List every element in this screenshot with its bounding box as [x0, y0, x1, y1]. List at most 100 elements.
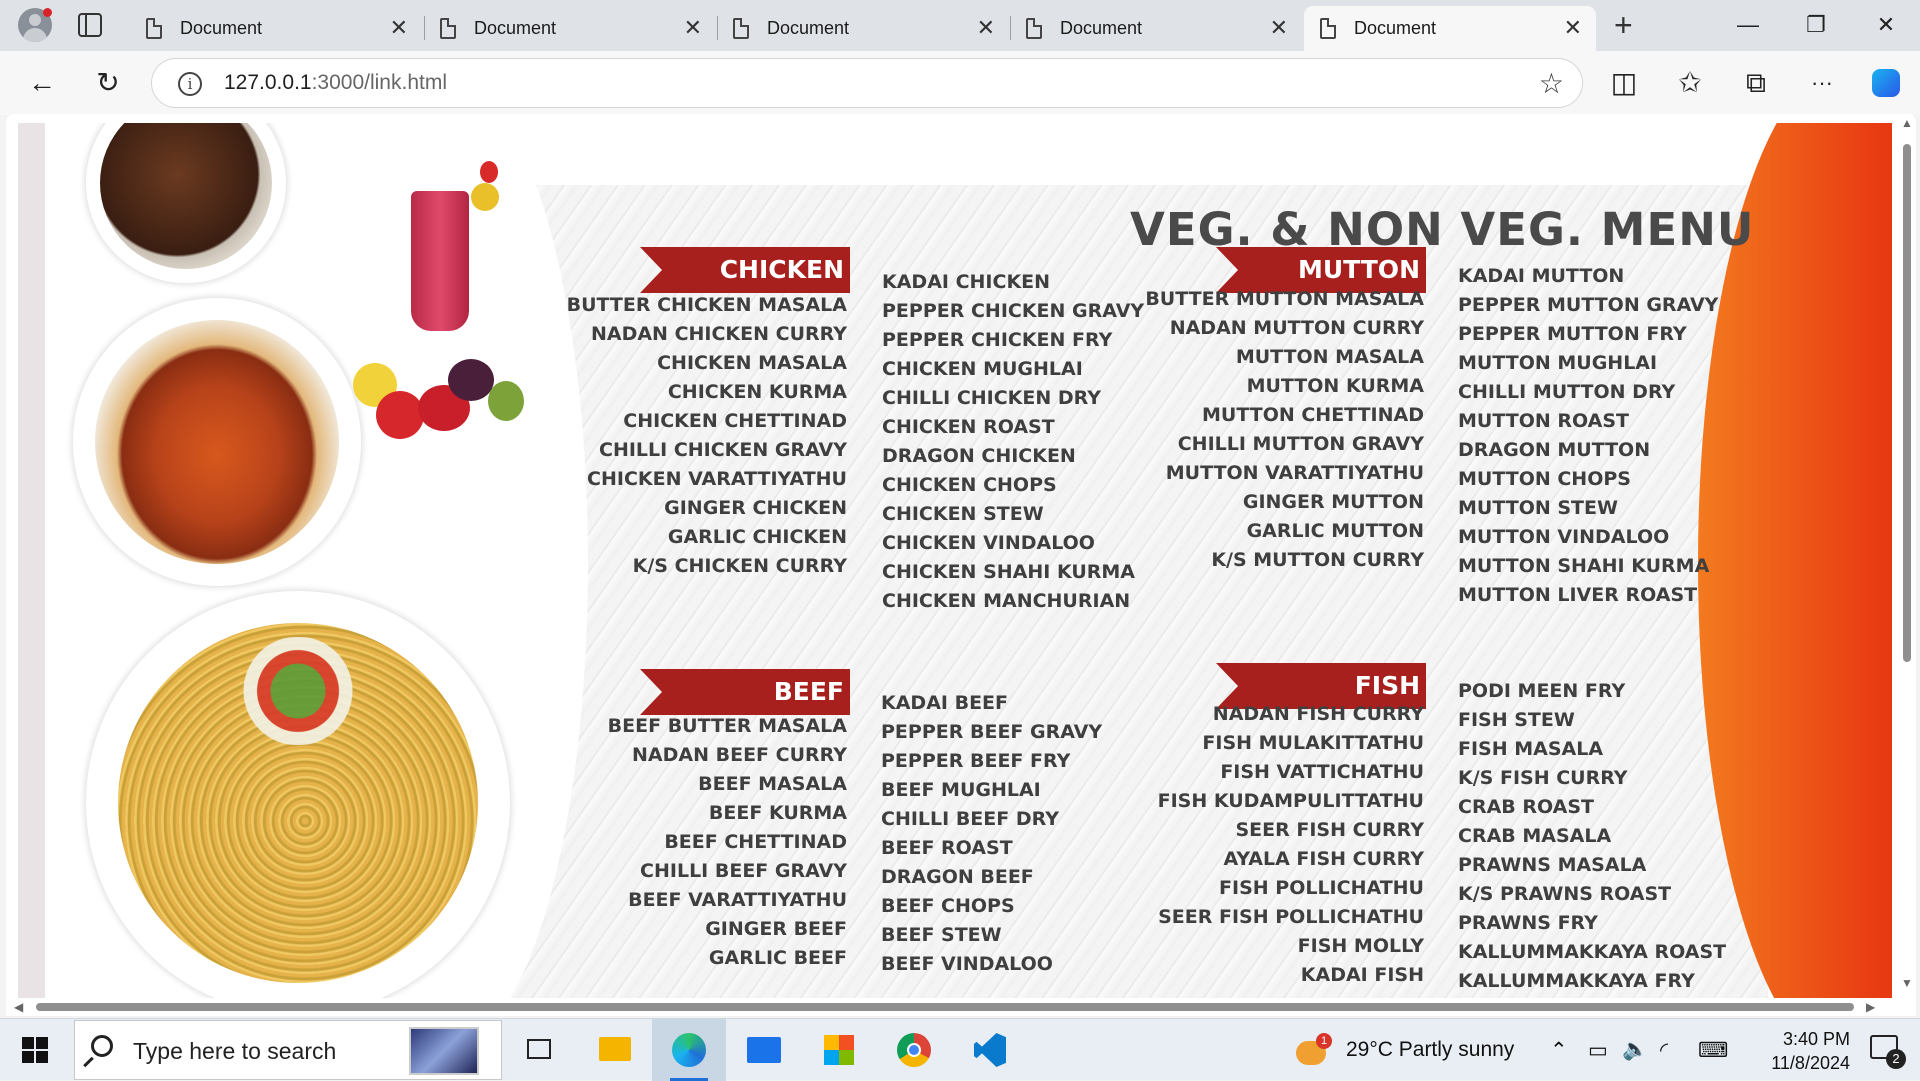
profile-notification-dot [43, 8, 52, 17]
menu-item: KALLUMMAKKAYA FRY [1458, 970, 1695, 992]
scroll-right-arrow-icon[interactable]: ▶ [1866, 1000, 1875, 1014]
beef-heading-ribbon: BEEF [640, 669, 850, 715]
menu-item: CHICKEN MANCHURIAN [882, 590, 1131, 612]
menu-item: CHILLI BEEF GRAVY [640, 860, 847, 882]
steak-food [100, 123, 272, 269]
scroll-up-arrow-icon[interactable]: ▲ [1901, 116, 1913, 130]
network-icon[interactable]: ◜ [1660, 1038, 1668, 1063]
tab-close-icon[interactable]: ✕ [977, 16, 995, 40]
close-window-button[interactable]: ✕ [1866, 8, 1906, 42]
menu-item: BUTTER CHICKEN MASALA [566, 294, 847, 316]
menu-item: FISH MASALA [1458, 738, 1604, 760]
tab-2[interactable]: Document ✕ [424, 6, 716, 51]
search-icon [91, 1035, 113, 1057]
tab-3[interactable]: Document ✕ [717, 6, 1009, 51]
copilot-icon[interactable] [1868, 65, 1904, 101]
menu-item: BEEF VARATTIYATHU [628, 889, 847, 911]
split-screen-icon[interactable]: ◫ [1606, 65, 1642, 101]
mail-button[interactable] [727, 1019, 801, 1081]
menu-item: PEPPER BEEF GRAVY [881, 721, 1103, 743]
scroll-down-arrow-icon[interactable]: ▼ [1901, 976, 1913, 990]
weather-icon[interactable]: 1 [1296, 1033, 1332, 1067]
menu-item: CRAB ROAST [1458, 796, 1594, 818]
menu-item: DRAGON BEEF [881, 866, 1034, 888]
minimize-button[interactable]: — [1728, 8, 1768, 42]
search-placeholder: Type here to search [133, 1038, 337, 1064]
weather-text[interactable]: 29°C Partly sunny [1346, 1038, 1514, 1062]
tab-title: Document [1060, 18, 1143, 38]
tab-close-icon[interactable]: ✕ [684, 16, 702, 40]
vertical-scroll-thumb[interactable] [1903, 144, 1911, 662]
menu-item: GINGER CHICKEN [664, 497, 847, 519]
menu-item: FISH POLLICHATHU [1219, 877, 1424, 899]
menu-item: MUTTON STEW [1458, 497, 1618, 519]
file-explorer-button[interactable] [577, 1019, 651, 1081]
edge-browser-button[interactable] [652, 1019, 726, 1081]
menu-item: FISH STEW [1458, 709, 1575, 731]
back-button[interactable]: ← [24, 65, 60, 101]
menu-item: CHICKEN KURMA [667, 381, 847, 403]
favorite-star-icon[interactable]: ☆ [1539, 67, 1564, 100]
document-icon [146, 18, 162, 39]
url-text[interactable]: 127.0.0.1:3000/link.html [224, 71, 447, 95]
search-highlight-image [409, 1027, 479, 1075]
address-bar[interactable]: i 127.0.0.1:3000/link.html ☆ [151, 58, 1583, 108]
menu-item: PEPPER MUTTON FRY [1458, 323, 1687, 345]
menu-item: BUTTER MUTTON MASALA [1145, 288, 1424, 310]
mutton-list-left: BUTTER MUTTON MASALA NADAN MUTTON CURRY MU… [1145, 285, 1424, 575]
task-view-button[interactable] [502, 1019, 576, 1081]
menu-item: K/S PRAWNS ROAST [1458, 883, 1672, 905]
volume-icon[interactable]: 🔈 [1622, 1038, 1648, 1062]
menu-item: NADAN BEEF CURRY [632, 744, 847, 766]
show-hidden-icons[interactable]: ⌃ [1550, 1038, 1568, 1063]
chrome-button[interactable] [877, 1019, 951, 1081]
site-info-icon[interactable]: i [178, 72, 202, 96]
menu-item: NADAN MUTTON CURRY [1169, 317, 1424, 339]
vscode-button[interactable] [952, 1019, 1026, 1081]
noodles-plate-image [86, 591, 510, 999]
menu-item: MUTTON CHOPS [1458, 468, 1631, 490]
vscode-icon [974, 1033, 1006, 1067]
system-clock[interactable]: 3:40 PM 11/8/2024 [1771, 1027, 1850, 1075]
restore-button[interactable]: ❐ [1796, 8, 1836, 42]
new-tab-button[interactable]: + [1614, 8, 1633, 42]
vertical-scrollbar[interactable]: ▲ ▼ [1898, 114, 1916, 1004]
menu-item: BEEF BUTTER MASALA [607, 715, 847, 737]
menu-item: NADAN CHICKEN CURRY [590, 323, 847, 345]
menu-item: PRAWNS MASALA [1458, 854, 1647, 876]
menu-item: GINGER BEEF [705, 918, 847, 940]
tab-close-icon[interactable]: ✕ [1564, 16, 1582, 40]
horizontal-scroll-thumb[interactable] [36, 1003, 1854, 1011]
tab-actions-menu-icon[interactable] [78, 13, 102, 37]
menu-item: MUTTON KURMA [1246, 375, 1424, 397]
menu-item: DRAGON MUTTON [1458, 439, 1651, 461]
menu-item: BEEF CHOPS [881, 895, 1015, 917]
battery-icon[interactable]: ▭ [1588, 1038, 1608, 1063]
tab-title: Document [180, 18, 263, 38]
tab-5-active[interactable]: Document ✕ [1304, 6, 1596, 51]
scroll-left-arrow-icon[interactable]: ◀ [14, 1000, 23, 1014]
tab-1[interactable]: Document ✕ [130, 6, 422, 51]
horizontal-scrollbar[interactable]: ◀ ▶ [6, 998, 1898, 1016]
document-icon [733, 18, 749, 39]
tab-close-icon[interactable]: ✕ [390, 16, 408, 40]
menu-item: AYALA FISH CURRY [1223, 848, 1424, 870]
menu-item: K/S FISH CURRY [1458, 767, 1628, 789]
taskbar-search-box[interactable]: Type here to search [74, 1020, 502, 1080]
menu-page: VEG. & NON VEG. MENU CHICKEN BUTTER CHIC… [18, 123, 1892, 999]
menu-item: SEER FISH CURRY [1235, 819, 1425, 841]
tab-close-icon[interactable]: ✕ [1270, 16, 1288, 40]
blackberry-cluster [448, 359, 494, 401]
reload-button[interactable]: ↻ [90, 65, 126, 101]
microsoft-store-button[interactable] [802, 1019, 876, 1081]
favorites-icon[interactable]: ✩ [1672, 65, 1708, 101]
tab-4[interactable]: Document ✕ [1010, 6, 1302, 51]
collections-icon[interactable]: ⧉ [1738, 65, 1774, 101]
windows-start-icon[interactable] [22, 1037, 48, 1063]
menu-item: KADAI CHICKEN [882, 271, 1051, 293]
menu-item: NADAN FISH CURRY [1212, 703, 1424, 725]
keyboard-icon[interactable]: ⌨ [1698, 1038, 1728, 1063]
more-options-icon[interactable]: ··· [1804, 65, 1840, 101]
chicken-heading-ribbon: CHICKEN [640, 247, 850, 293]
menu-item: BEEF VINDALOO [881, 953, 1053, 975]
